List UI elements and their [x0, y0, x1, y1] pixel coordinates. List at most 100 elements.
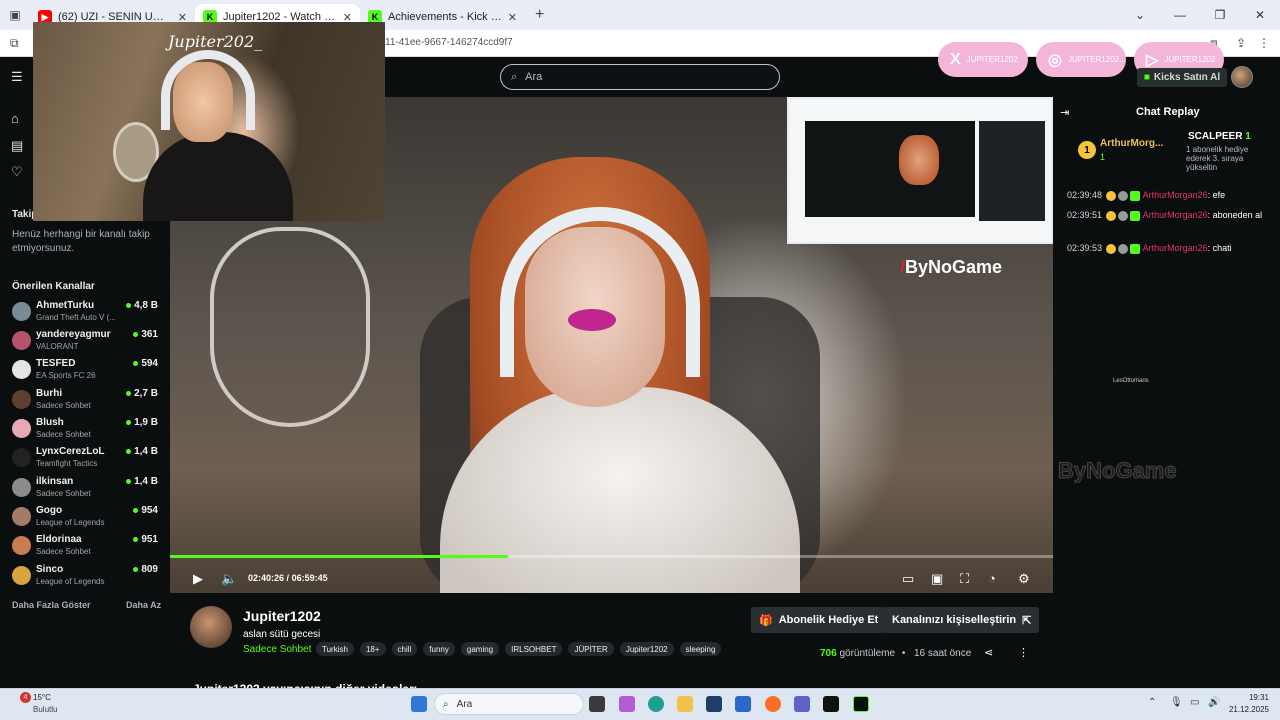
maximize-icon[interactable]: ❐ [1200, 8, 1240, 22]
taskbar [0, 688, 1280, 720]
show-less-button[interactable]: Daha Az [126, 600, 161, 610]
weather-temperature[interactable]: 15°C [33, 693, 51, 702]
sidebar-channel-sinco[interactable]: Sinco League of Legends 809 [12, 564, 162, 592]
teams-icon[interactable] [794, 696, 810, 712]
tag[interactable]: gaming [460, 642, 500, 656]
more-options-icon[interactable]: ⋮ [1018, 646, 1029, 659]
settings-gear-icon[interactable]: ⚙ [1018, 571, 1030, 587]
share-icon[interactable]: ⇪ [1236, 36, 1246, 50]
close-tab-icon[interactable]: ✕ [508, 11, 517, 24]
speaker-icon[interactable]: 🔊 [1208, 697, 1220, 708]
tag[interactable]: Jupiter1202 [619, 642, 674, 656]
tag[interactable]: Turkish [316, 642, 354, 656]
new-tab-button[interactable]: + [535, 6, 544, 24]
display-icon[interactable]: ▭ [1190, 697, 1199, 708]
gift-prompt-text: 1 abonelik hediye ederek 3. sıraya yükse… [1186, 145, 1249, 172]
chat-username[interactable]: ArthurMorgan26 [1143, 210, 1208, 220]
gift-subscription-button[interactable]: 🎁 Abonelik Hediye Et [751, 607, 887, 633]
sidebar-channel-tesfed[interactable]: TESFED EA Sports FC 26 594 [12, 358, 162, 386]
theater-mode-icon[interactable]: ▭ [902, 571, 914, 587]
show-more-button[interactable]: Daha Fazla Göster [12, 600, 91, 610]
social-instagram-button[interactable]: ◎ JUPITER1202... [1036, 42, 1126, 77]
browse-icon[interactable]: ▤ [11, 138, 23, 154]
channel-category: Teamfight Tactics [36, 459, 98, 468]
gift-icon: 🎁 [759, 614, 773, 627]
following-heart-icon[interactable]: ♡ [11, 164, 23, 180]
social-x-button[interactable]: X JUPITER1202 [938, 42, 1028, 77]
headphones-shape [161, 50, 255, 130]
file-explorer-icon[interactable] [677, 696, 693, 712]
more-icon[interactable]: ⋮ [1258, 36, 1270, 50]
menu-icon[interactable]: ☰ [11, 69, 23, 85]
tag[interactable]: funny [423, 642, 455, 656]
channel-avatar[interactable] [190, 606, 232, 648]
channel-name[interactable]: Jupiter1202 [243, 608, 321, 624]
live-dot-icon [133, 360, 139, 366]
top-gifter-name[interactable]: ArthurMorg... [1100, 138, 1163, 149]
close-window-icon[interactable]: ✕ [1240, 8, 1280, 22]
captured-screen [805, 121, 975, 217]
windows-start-icon[interactable] [411, 696, 427, 712]
sidebar-channel-burhi[interactable]: Burhi Sadece Sohbet 2,7 B [12, 388, 162, 416]
gifter-name[interactable]: SCALPEER 1 [1188, 131, 1251, 142]
sidebar-channel-blush[interactable]: Blush Sadece Sohbet 1,9 B [12, 417, 162, 445]
viewer-count: 809 [133, 564, 158, 575]
sidebar-toggle-icon[interactable]: ⧉ [10, 36, 19, 51]
fullscreen-icon[interactable]: ⛶ [960, 571, 969, 587]
terminal-icon[interactable] [823, 696, 839, 712]
home-icon[interactable]: ⌂ [11, 111, 19, 126]
sidebar-channel-gogo[interactable]: Gogo League of Legends 954 [12, 505, 162, 533]
stream-category[interactable]: Sadece Sohbet [243, 644, 311, 655]
edge-icon[interactable] [648, 696, 664, 712]
chat-message: 02:39:48 ArthurMorgan26: efe [1067, 190, 1226, 201]
collapse-chat-icon[interactable]: ⇥ [1060, 106, 1069, 119]
url-field[interactable]: 11-41ee-9667-146274ccd9f7 [385, 37, 513, 48]
clock-date[interactable]: 21.12.2025 [1224, 705, 1269, 714]
volume-icon[interactable]: 🔈 [221, 571, 237, 587]
sidebar-channel-eldorinaa[interactable]: Eldorinaa Sadece Sohbet 951 [12, 534, 162, 562]
tab-list-icon[interactable]: ⌄ [1120, 8, 1160, 22]
tag[interactable]: chill [391, 642, 418, 656]
sidebar-channel-yandereyagmur[interactable]: yandereyagmur VALORANT 361 [12, 329, 162, 357]
kick-app-icon[interactable] [853, 696, 869, 712]
taskbar-search[interactable]: ⌕ Ara [434, 693, 584, 715]
copilot-icon[interactable] [619, 696, 635, 712]
tray-chevron-icon[interactable]: ⌃ [1148, 697, 1156, 708]
sidebar-channel-lynxcerezlol[interactable]: LynxCerezLoL Teamfight Tactics 1,4 B [12, 446, 162, 474]
playback-speed-icon[interactable]: ◔ [988, 571, 996, 586]
chat-title: Chat Replay [1136, 106, 1200, 118]
tag[interactable]: 18+ [359, 642, 386, 656]
viewer-count: 2,7 B [126, 388, 158, 399]
user-avatar[interactable] [1231, 66, 1253, 88]
buy-kicks-button[interactable]: ■ Kicks Satın Al [1137, 68, 1227, 87]
search-input[interactable]: ⌕ Ara [500, 64, 780, 90]
microphone-icon[interactable]: 🎙 [1170, 697, 1183, 708]
minimize-icon[interactable]: — [1160, 8, 1200, 22]
tag[interactable]: JÜPİTER [568, 642, 614, 656]
social-label: JUPITER1202... [1067, 55, 1126, 64]
task-view-icon[interactable] [589, 696, 605, 712]
sponsor-logo: /ByNoGame [900, 257, 1003, 277]
chat-username[interactable]: ArthurMorgan26 [1143, 243, 1208, 253]
chat-message: 02:39:53 ArthurMorgan26: chati [1067, 243, 1232, 254]
tag[interactable]: IRLSOHBET [505, 642, 563, 656]
chat-username[interactable]: ArthurMorgan26 [1143, 190, 1208, 200]
share-icon[interactable]: ⋖ [984, 646, 993, 659]
avatar [12, 331, 31, 350]
weather-description[interactable]: Bulutlu [33, 705, 57, 714]
customize-channel-button[interactable]: Kanalınızı kişiselleştirin ⇱ [884, 607, 1040, 633]
channel-name: ilkinsan [36, 476, 74, 487]
tab-actions-icon[interactable]: ▣ [0, 8, 30, 22]
store-icon[interactable] [706, 696, 722, 712]
tag-list: Turkish 18+ chill funny gaming IRLSOHBET… [316, 642, 722, 656]
miniplayer-icon[interactable]: ▣ [931, 571, 943, 587]
outlook-icon[interactable] [735, 696, 751, 712]
clock-time[interactable]: 19:31 [1239, 693, 1269, 702]
firefox-icon[interactable] [765, 696, 781, 712]
sidebar-channel-ahmetturku[interactable]: AhmetTurku Grand Theft Auto V (... 4,8 B [12, 300, 162, 328]
play-icon[interactable]: ▶ [193, 571, 203, 587]
tag[interactable]: sleeping [679, 642, 722, 656]
recommended-heading: Önerilen Kanallar [12, 281, 95, 292]
seek-bar[interactable] [170, 555, 1053, 558]
sidebar-channel-ilkinsan[interactable]: ilkinsan Sadece Sohbet 1,4 B [12, 476, 162, 504]
